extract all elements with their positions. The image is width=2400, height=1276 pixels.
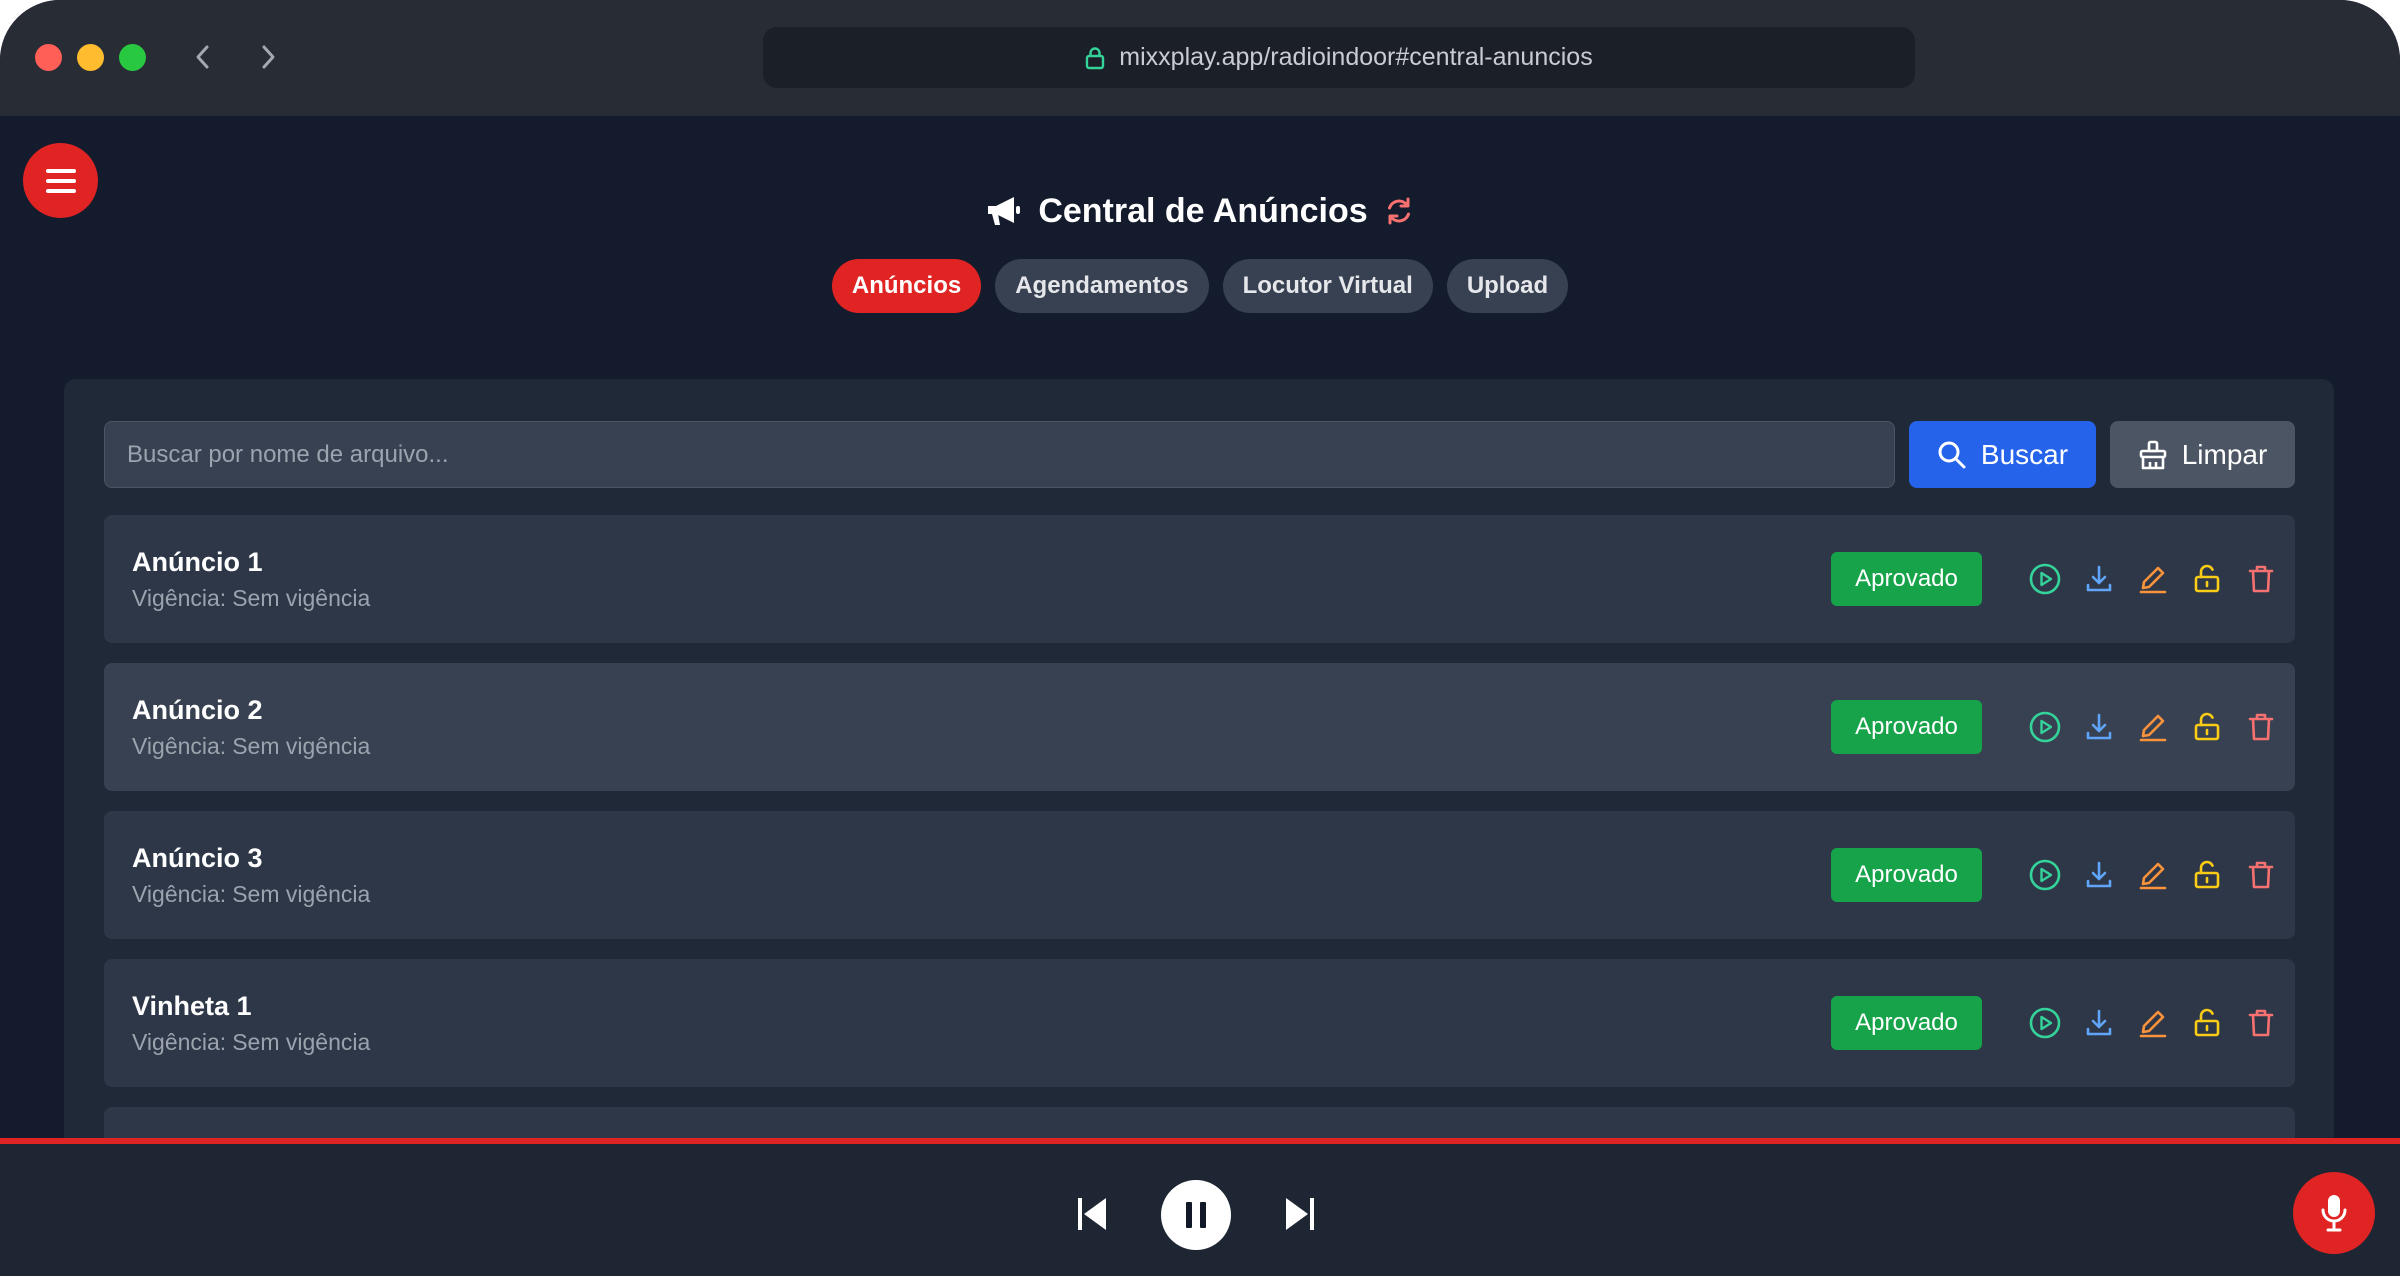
item-validity: Vigência: Sem vigência	[132, 585, 371, 611]
play-button[interactable]	[2027, 857, 2063, 893]
play-button[interactable]	[2027, 561, 2063, 597]
browser-toolbar: mixxplay.app/radioindoor#central-anuncio…	[0, 0, 2400, 116]
play-icon	[2029, 563, 2061, 595]
forward-button[interactable]	[251, 40, 285, 74]
maximize-window-button[interactable]	[119, 44, 146, 71]
list-item[interactable]: Anúncio 1 Vigência: Sem vigência Aprovado	[104, 515, 2295, 643]
status-badge: Aprovado	[1831, 552, 1982, 606]
microphone-icon	[2321, 1195, 2347, 1232]
unlock-icon	[2194, 860, 2220, 889]
download-button[interactable]	[2081, 561, 2117, 597]
close-window-button[interactable]	[35, 44, 62, 71]
clear-button[interactable]: Limpar	[2110, 421, 2295, 488]
delete-button[interactable]	[2243, 709, 2279, 745]
trash-icon	[2248, 861, 2274, 889]
trash-icon	[2248, 1009, 2274, 1037]
broom-icon	[2139, 440, 2167, 469]
pause-icon	[1186, 1202, 1206, 1228]
skip-next-button[interactable]	[1282, 1194, 1318, 1234]
list-item[interactable]: Anúncio 3 Vigência: Sem vigência Aprovado	[104, 811, 2295, 939]
download-button[interactable]	[2081, 1005, 2117, 1041]
download-icon	[2086, 565, 2112, 592]
back-button[interactable]	[186, 40, 220, 74]
item-validity: Vigência: Sem vigência	[132, 1029, 371, 1055]
list-item[interactable]: Vinheta 1 Vigência: Sem vigência Aprovado	[104, 959, 2295, 1087]
item-name: Anúncio 1	[132, 547, 263, 577]
download-button[interactable]	[2081, 709, 2117, 745]
address-bar[interactable]: mixxplay.app/radioindoor#central-anuncio…	[763, 27, 1915, 88]
delete-button[interactable]	[2243, 561, 2279, 597]
search-bar: Buscar Limpar	[104, 421, 2295, 488]
delete-button[interactable]	[2243, 857, 2279, 893]
item-name: Anúncio 2	[132, 695, 263, 725]
delete-button[interactable]	[2243, 1005, 2279, 1041]
play-icon	[2029, 711, 2061, 743]
megaphone-icon	[988, 197, 1021, 225]
tab-agendamentos[interactable]: Agendamentos	[995, 259, 1209, 313]
item-name: Anúncio 3	[132, 843, 263, 873]
unlock-button[interactable]	[2189, 857, 2225, 893]
download-icon	[2086, 861, 2112, 888]
item-name: Vinheta 1	[132, 991, 252, 1021]
edit-icon	[2139, 714, 2167, 742]
tab-locutor-virtual[interactable]: Locutor Virtual	[1222, 259, 1433, 313]
page-title: Central de Anúncios	[1038, 191, 1368, 230]
unlock-icon	[2194, 712, 2220, 741]
status-badge: Aprovado	[1831, 996, 1982, 1050]
search-input[interactable]	[104, 421, 1895, 488]
item-validity: Vigência: Sem vigência	[132, 733, 371, 759]
page-header: Central de Anúncios	[0, 186, 2400, 236]
download-icon	[2086, 713, 2112, 740]
skip-previous-button[interactable]	[1074, 1194, 1110, 1234]
edit-icon	[2139, 1010, 2167, 1038]
list-item[interactable]: Anúncio 2 Vigência: Sem vigência Aprovado	[104, 663, 2295, 791]
refresh-icon[interactable]	[1384, 196, 1414, 226]
search-icon	[1938, 441, 1966, 468]
play-button[interactable]	[2027, 1005, 2063, 1041]
skip-previous-icon	[1078, 1198, 1106, 1230]
pause-button[interactable]	[1161, 1180, 1231, 1250]
edit-button[interactable]	[2135, 561, 2171, 597]
trash-icon	[2248, 565, 2274, 593]
minimize-window-button[interactable]	[77, 44, 104, 71]
edit-button[interactable]	[2135, 709, 2171, 745]
chevron-left-icon	[196, 45, 209, 69]
download-icon	[2086, 1009, 2112, 1036]
browser-window: mixxplay.app/radioindoor#central-anuncio…	[0, 0, 2400, 1276]
status-badge: Aprovado	[1831, 700, 1982, 754]
unlock-button[interactable]	[2189, 709, 2225, 745]
app-content: Central de Anúncios Anúncios Agendamento…	[0, 116, 2400, 1276]
edit-icon	[2139, 862, 2167, 890]
tab-bar: Anúncios Agendamentos Locutor Virtual Up…	[0, 259, 2400, 313]
unlock-button[interactable]	[2189, 1005, 2225, 1041]
lock-icon	[1086, 46, 1105, 69]
unlock-button[interactable]	[2189, 561, 2225, 597]
audio-player-bar	[0, 1138, 2400, 1276]
edit-icon	[2139, 566, 2167, 594]
tab-anuncios[interactable]: Anúncios	[831, 259, 982, 313]
search-button-label: Buscar	[1980, 438, 2069, 470]
unlock-icon	[2194, 564, 2220, 593]
clear-button-label: Limpar	[2181, 438, 2268, 470]
play-button[interactable]	[2027, 709, 2063, 745]
play-icon	[2029, 859, 2061, 891]
trash-icon	[2248, 713, 2274, 741]
tab-upload[interactable]: Upload	[1446, 259, 1569, 313]
status-badge: Aprovado	[1831, 848, 1982, 902]
chevron-right-icon	[262, 45, 275, 69]
skip-next-icon	[1286, 1198, 1314, 1230]
play-icon	[2029, 1007, 2061, 1039]
edit-button[interactable]	[2135, 857, 2171, 893]
microphone-button[interactable]	[2293, 1172, 2375, 1254]
download-button[interactable]	[2081, 857, 2117, 893]
edit-button[interactable]	[2135, 1005, 2171, 1041]
unlock-icon	[2194, 1008, 2220, 1037]
url-text: mixxplay.app/radioindoor#central-anuncio…	[1119, 43, 1593, 71]
search-button[interactable]: Buscar	[1909, 421, 2096, 488]
item-validity: Vigência: Sem vigência	[132, 881, 371, 907]
